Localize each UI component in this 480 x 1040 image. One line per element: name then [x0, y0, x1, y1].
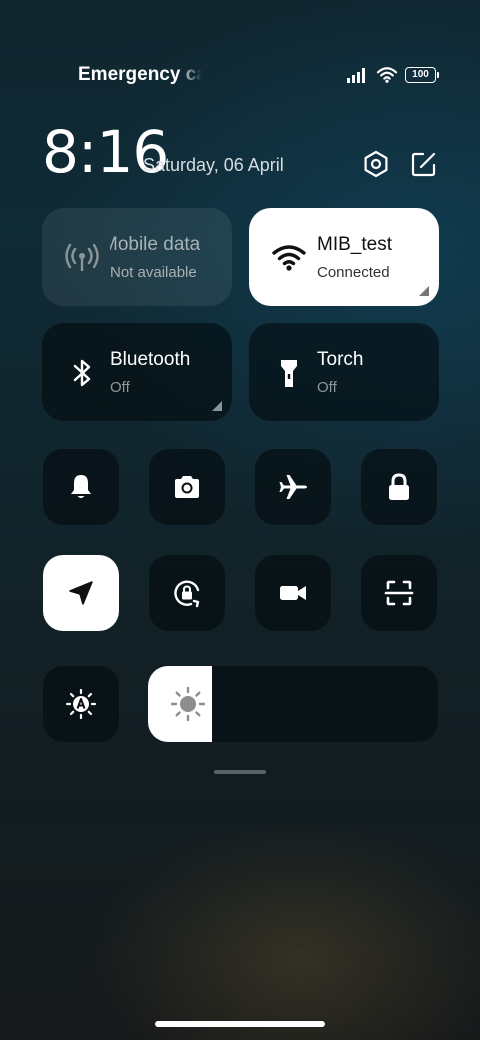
battery-level: 100	[412, 69, 429, 80]
bluetooth-icon	[73, 359, 91, 387]
airplane-mode-toggle[interactable]	[255, 449, 331, 525]
auto-brightness-toggle[interactable]	[43, 666, 119, 742]
mobile-data-title-wrap: Mobile data	[110, 234, 210, 256]
settings-icon[interactable]	[362, 150, 390, 178]
status-icons: 100	[347, 66, 439, 84]
bluetooth-status: Off	[110, 379, 130, 396]
wifi-expand-indicator[interactable]	[419, 286, 429, 296]
mobile-data-title: Mobile data	[110, 234, 201, 255]
mobile-data-icon	[65, 243, 99, 271]
rotation-lock-toggle[interactable]	[149, 555, 225, 631]
airplane-icon	[279, 475, 307, 499]
wifi-title: MIB_test	[317, 234, 392, 255]
location-toggle[interactable]	[43, 555, 119, 631]
screen-recorder-toggle[interactable]	[255, 555, 331, 631]
wifi-icon	[272, 245, 306, 271]
torch-tile[interactable]: Torch Off	[249, 323, 439, 421]
rotation-lock-icon	[174, 580, 200, 608]
carrier-label: Emergency calls only	[78, 64, 202, 85]
bluetooth-expand-indicator[interactable]	[212, 401, 222, 411]
lock-icon	[389, 473, 409, 500]
battery-icon: 100	[405, 67, 439, 83]
torch-status: Off	[317, 379, 337, 396]
camera-icon	[175, 476, 199, 498]
panel-drag-handle[interactable]	[214, 770, 266, 774]
lock-screen-toggle[interactable]	[361, 449, 437, 525]
wifi-tile[interactable]: MIB_test Connected	[249, 208, 439, 306]
bluetooth-tile[interactable]: Bluetooth Off	[42, 323, 232, 421]
wifi-status: Connected	[317, 264, 390, 281]
location-arrow-icon	[69, 581, 93, 605]
bluetooth-title: Bluetooth	[110, 349, 191, 370]
wifi-status-icon	[376, 67, 398, 83]
mobile-data-tile[interactable]: Mobile data Not available	[42, 208, 232, 306]
status-bar: Emergency calls only 100	[0, 60, 480, 92]
scanner-toggle[interactable]	[361, 555, 437, 631]
brightness-slider[interactable]	[148, 666, 438, 742]
screenshot-toggle[interactable]	[149, 449, 225, 525]
home-indicator[interactable]	[155, 1021, 325, 1027]
torch-title: Torch	[317, 349, 364, 370]
edit-icon[interactable]	[410, 150, 438, 178]
video-camera-icon	[280, 586, 306, 600]
brightness-icon	[170, 686, 206, 722]
torch-icon	[281, 360, 297, 387]
bell-icon	[71, 475, 91, 498]
scan-icon	[384, 580, 414, 606]
date-label: Saturday, 06 April	[143, 155, 284, 175]
mobile-data-status: Not available	[110, 264, 197, 281]
sound-toggle[interactable]	[43, 449, 119, 525]
auto-brightness-icon	[65, 688, 97, 720]
signal-icon	[347, 68, 365, 83]
